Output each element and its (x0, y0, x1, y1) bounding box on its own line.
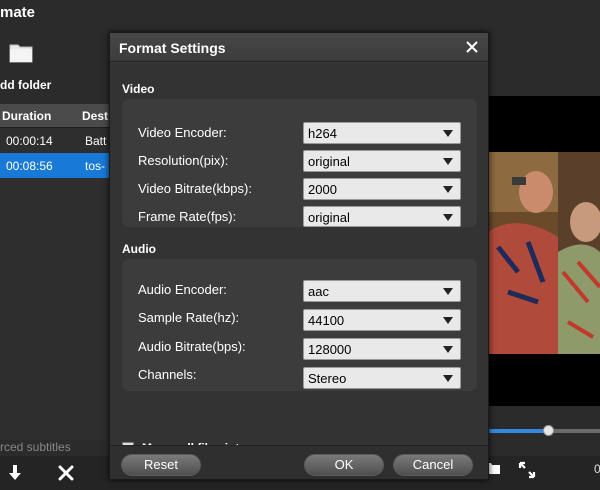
move-down-icon[interactable] (7, 464, 23, 482)
select-value: original (308, 210, 350, 225)
seek-bar-progress (488, 429, 548, 433)
column-header-duration[interactable]: Duration (2, 109, 51, 123)
channels-select[interactable]: Stereo (303, 367, 461, 389)
delete-icon[interactable] (58, 465, 74, 481)
select-value: original (308, 154, 350, 169)
close-icon[interactable] (464, 39, 480, 55)
file-table: Duration Dest 00:00:14 Batt 00:08:56 tos… (0, 104, 112, 440)
time-readout: 0 (594, 462, 600, 476)
audio-section-label: Audio (122, 242, 156, 256)
row-duration: 00:00:14 (6, 134, 53, 148)
column-header-destination[interactable]: Dest (82, 109, 108, 123)
video-settings-panel: Video Encoder: h264 Resolution(pix): ori… (122, 99, 477, 227)
select-value: 128000 (308, 342, 352, 357)
table-row[interactable]: 00:00:14 Batt (0, 128, 112, 153)
ok-button[interactable]: OK (304, 454, 384, 476)
row-duration: 00:08:56 (6, 159, 53, 173)
channels-label: Channels: (138, 367, 197, 382)
select-value: aac (308, 284, 329, 299)
chevron-down-icon (443, 317, 453, 324)
chevron-down-icon (443, 375, 453, 382)
audio-settings-panel: Audio Encoder: aac Sample Rate(hz): 4410… (122, 259, 477, 391)
chevron-down-icon (443, 288, 453, 295)
frame-rate-label: Frame Rate(fps): (138, 209, 237, 224)
frame-rate-select[interactable]: original (303, 206, 461, 227)
video-bitrate-select[interactable]: 2000 (303, 178, 461, 200)
resolution-select[interactable]: original (303, 150, 461, 172)
select-value: 2000 (308, 182, 337, 197)
table-header: Duration Dest (0, 104, 112, 128)
resolution-label: Resolution(pix): (138, 153, 229, 168)
audio-bitrate-select[interactable]: 128000 (303, 338, 461, 360)
chevron-down-icon (443, 346, 453, 353)
dialog-footer: Reset OK Cancel (110, 445, 488, 479)
sample-rate-select[interactable]: 44100 (303, 309, 461, 331)
row-destination: tos- (85, 159, 106, 173)
chevron-down-icon (443, 158, 453, 165)
chevron-down-icon (443, 130, 453, 137)
select-value: 44100 (308, 313, 345, 328)
add-folder-label[interactable]: dd folder (0, 78, 51, 92)
format-settings-dialog: Format Settings Video Video Encoder: h26… (109, 32, 489, 480)
video-section-label: Video (122, 82, 155, 96)
sample-rate-label: Sample Rate(hz): (138, 310, 240, 325)
dialog-titlebar[interactable]: Format Settings (110, 33, 488, 62)
audio-encoder-label: Audio Encoder: (138, 282, 227, 297)
dialog-title: Format Settings (119, 40, 226, 56)
chevron-down-icon (443, 214, 453, 221)
row-destination: Batt (85, 134, 107, 148)
fullscreen-icon[interactable] (518, 461, 536, 479)
app-title: mate (0, 4, 36, 21)
video-encoder-label: Video Encoder: (138, 125, 227, 140)
cancel-button[interactable]: Cancel (393, 454, 473, 476)
hardcoded-subtitles-label: rced subtitles (0, 440, 71, 454)
folder-icon[interactable] (8, 40, 34, 64)
select-value: Stereo (308, 371, 347, 386)
video-encoder-select[interactable]: h264 (303, 122, 461, 144)
chevron-down-icon (443, 186, 453, 193)
reset-button[interactable]: Reset (121, 454, 201, 476)
seek-bar-handle[interactable] (543, 425, 554, 436)
audio-encoder-select[interactable]: aac (303, 280, 461, 302)
select-value: h264 (308, 126, 337, 141)
table-row-selected[interactable]: 00:08:56 tos- (0, 153, 112, 178)
dialog-body: Video Video Encoder: h264 Resolution(pix… (110, 63, 488, 455)
preview-frame-image (488, 152, 600, 354)
audio-bitrate-label: Audio Bitrate(bps): (138, 339, 246, 354)
video-bitrate-label: Video Bitrate(kbps): (138, 181, 252, 196)
